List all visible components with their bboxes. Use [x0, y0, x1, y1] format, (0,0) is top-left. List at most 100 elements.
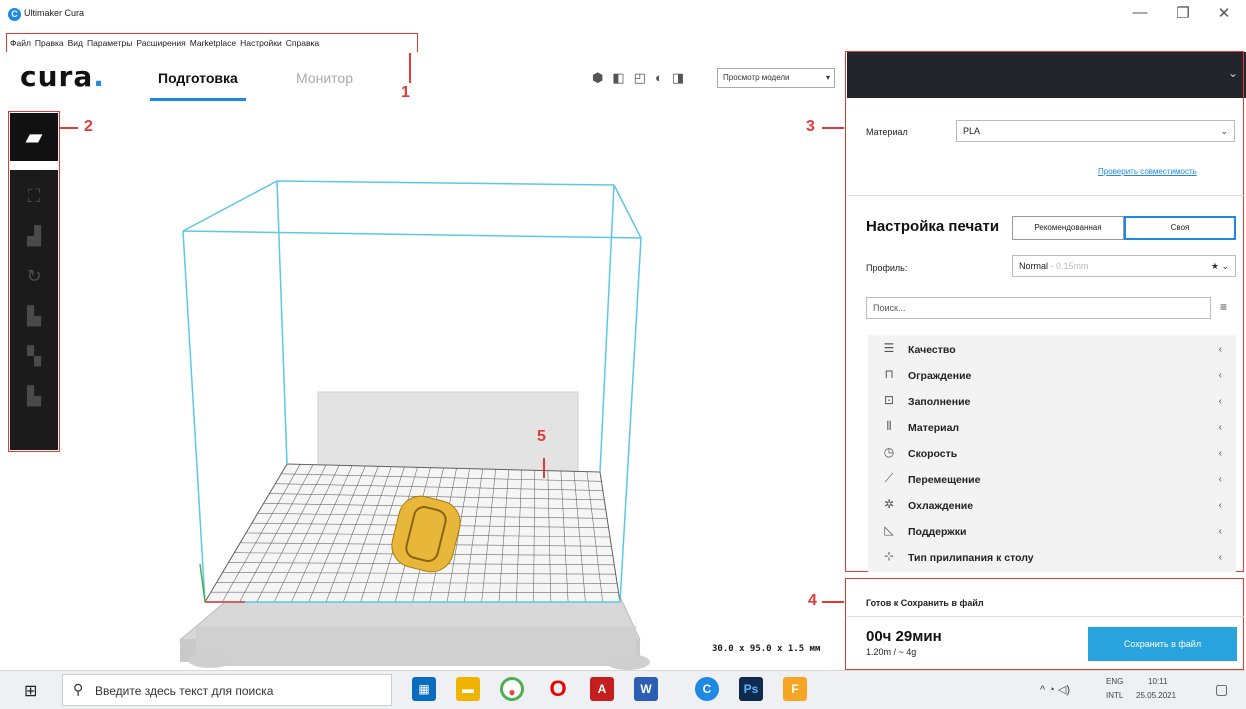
- acrobat-icon[interactable]: A: [590, 677, 614, 701]
- settings-search-input[interactable]: Поиск...: [866, 297, 1211, 319]
- maximize-button[interactable]: ❐: [1163, 4, 1203, 22]
- search-icon: ⚲: [73, 681, 84, 697]
- chevron-left-icon: ‹: [1218, 500, 1222, 511]
- file-explorer-icon[interactable]: ▬: [456, 677, 480, 701]
- photoshop-icon[interactable]: Ps: [739, 677, 763, 701]
- word-icon[interactable]: W: [634, 677, 658, 701]
- windows-taskbar: ⊞ ⚲ Введите здесь текст для поиска ▦ ▬ ●…: [0, 670, 1246, 709]
- support-blocker-icon[interactable]: ▙: [10, 376, 58, 416]
- keyboard-layout[interactable]: INTL: [1106, 691, 1123, 700]
- save-to-file-button[interactable]: Сохранить в файл: [1088, 627, 1237, 661]
- speed-icon: ◷: [883, 445, 895, 459]
- notification-icon[interactable]: ▢: [1215, 681, 1228, 698]
- travel-icon: ⟋: [884, 471, 894, 485]
- output-status: Готов к Сохранить в файл: [866, 598, 984, 608]
- windows-start-icon[interactable]: ⊞: [24, 681, 37, 701]
- cura-icon[interactable]: C: [695, 677, 719, 701]
- right-view-icon[interactable]: ◨: [672, 70, 684, 86]
- settings-category-label: Тип прилипания к столу: [908, 552, 1034, 564]
- taskbar-search[interactable]: ⚲ Введите здесь текст для поиска: [62, 674, 392, 706]
- settings-category-label: Материал: [908, 422, 960, 434]
- chevron-left-icon: ‹: [1218, 370, 1222, 381]
- minimize-button[interactable]: —: [1120, 4, 1160, 21]
- fusion-icon[interactable]: F: [783, 677, 807, 701]
- move-icon[interactable]: ⛶: [10, 176, 58, 216]
- settings-category-row[interactable]: ✲ Охлаждение ‹: [868, 495, 1236, 519]
- callout-2: 2: [84, 118, 93, 135]
- window-title: Ultimaker Cura: [24, 8, 85, 18]
- material-icon: ⦀: [886, 419, 892, 433]
- top-view-icon[interactable]: ◰: [634, 70, 646, 86]
- print-time: 00ч 29мин: [866, 628, 942, 645]
- settings-category-label: Скорость: [908, 448, 958, 460]
- open-file-icon[interactable]: ▰: [10, 113, 58, 161]
- left-view-icon[interactable]: ◐: [655, 70, 663, 86]
- cura-logo: cura.: [20, 60, 105, 93]
- settings-category-row[interactable]: ⊓ Ограждение ‹: [868, 365, 1236, 389]
- callout-line-3: [822, 127, 844, 129]
- callout-line-4: [822, 601, 844, 603]
- quality-icon: ☰: [883, 341, 895, 355]
- callout-5: 5: [537, 428, 546, 445]
- support-icon: ◺: [884, 523, 894, 537]
- chevron-left-icon: ‹: [1218, 396, 1222, 407]
- callout-line-2: [60, 127, 78, 129]
- chrome-icon[interactable]: ●: [500, 677, 524, 701]
- adhesion-icon: ⊹: [883, 549, 895, 563]
- chevron-left-icon: ‹: [1218, 344, 1222, 355]
- settings-category-row[interactable]: ☰ Качество ‹: [868, 339, 1236, 363]
- settings-category-row[interactable]: ⊹ Тип прилипания к столу ‹: [868, 547, 1236, 571]
- scale-icon[interactable]: ▟: [10, 216, 58, 256]
- close-button[interactable]: ✕: [1204, 4, 1244, 22]
- custom-mode-button[interactable]: Своя: [1124, 216, 1236, 240]
- clock-time[interactable]: 10:11: [1148, 677, 1167, 686]
- settings-category-row[interactable]: ⦀ Материал ‹: [868, 417, 1236, 441]
- settings-category-row[interactable]: ◺ Поддержки ‹: [868, 521, 1236, 545]
- mirror-icon[interactable]: ▙: [10, 296, 58, 336]
- profile-select[interactable]: Normal - 0.15mm ★ ⌄: [1012, 255, 1236, 277]
- app-header: cura. Подготовка Монитор ⬢ ◧ ◰ ◐ ◨ Просм…: [0, 52, 847, 102]
- callout-3: 3: [806, 118, 815, 135]
- tray-icons[interactable]: ^ ◔ ◁): [1040, 683, 1070, 696]
- chevron-left-icon: ‹: [1218, 422, 1222, 433]
- tab-monitor[interactable]: Монитор: [296, 70, 353, 86]
- chevron-down-icon: ⌄: [1220, 126, 1228, 136]
- calculator-icon[interactable]: ▦: [412, 677, 436, 701]
- cooling-icon: ✲: [883, 497, 895, 511]
- profile-label: Профиль:: [866, 263, 908, 273]
- lang-indicator[interactable]: ENG: [1106, 677, 1123, 686]
- settings-category-row[interactable]: ⊡ Заполнение ‹: [868, 391, 1236, 415]
- model-dimensions: 30.0 x 95.0 x 1.5 мм: [712, 644, 821, 654]
- settings-category-label: Перемещение: [908, 474, 981, 486]
- front-view-icon[interactable]: ◧: [612, 70, 624, 86]
- settings-category-row[interactable]: ⟋ Перемещение ‹: [868, 469, 1236, 493]
- view-mode-select[interactable]: Просмотр модели ▾: [717, 68, 835, 88]
- callout-1: 1: [401, 84, 410, 101]
- shell-icon: ⊓: [884, 367, 894, 381]
- build-plate-scene[interactable]: [0, 102, 847, 670]
- chevron-left-icon: ‹: [1218, 474, 1222, 485]
- chevron-left-icon: ‹: [1218, 552, 1222, 563]
- settings-category-label: Ограждение: [908, 370, 972, 382]
- rotate-icon[interactable]: ↻: [10, 256, 58, 296]
- callout-4: 4: [808, 592, 817, 609]
- settings-menu-icon[interactable]: ≡: [1220, 300, 1227, 314]
- infill-icon: ⊡: [883, 393, 895, 407]
- settings-category-row[interactable]: ◷ Скорость ‹: [868, 443, 1236, 467]
- recommended-mode-button[interactable]: Рекомендованная: [1012, 216, 1124, 240]
- per-model-settings-icon[interactable]: ▚: [10, 336, 58, 376]
- material-label: Материал: [866, 127, 908, 137]
- annotation-box-menu: [6, 33, 418, 53]
- print-settings-title: Настройка печати: [866, 218, 1000, 235]
- settings-category-label: Качество: [908, 344, 956, 356]
- star-chevron-icon: ★ ⌄: [1210, 261, 1229, 271]
- toolbar-separator: [10, 161, 58, 170]
- tab-prepare[interactable]: Подготовка: [150, 70, 246, 101]
- chevron-left-icon: ‹: [1218, 448, 1222, 459]
- material-select[interactable]: PLA ⌄: [956, 120, 1235, 142]
- opera-icon[interactable]: O: [546, 677, 570, 701]
- check-compatibility-link[interactable]: Проверить совместимость: [1098, 167, 1197, 176]
- clock-date[interactable]: 25.05.2021: [1136, 691, 1176, 700]
- camera-view-buttons: ⬢ ◧ ◰ ◐ ◨: [592, 70, 684, 86]
- 3d-view-icon[interactable]: ⬢: [592, 70, 603, 86]
